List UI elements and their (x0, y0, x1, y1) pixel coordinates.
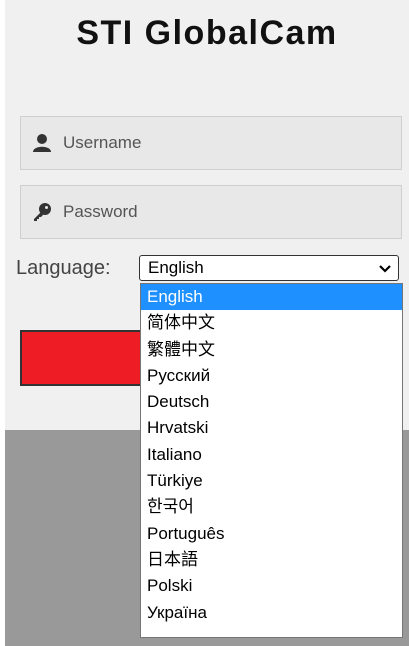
language-option[interactable]: Україна (141, 600, 402, 626)
language-option[interactable]: Türkiye (141, 468, 402, 494)
language-option[interactable]: English (141, 284, 402, 311)
chevron-down-icon (378, 260, 392, 274)
password-field[interactable]: Password (20, 185, 402, 239)
language-option[interactable]: Italiano (141, 442, 402, 468)
password-placeholder: Password (63, 202, 138, 221)
language-option[interactable]: Polski (141, 573, 402, 599)
username-field[interactable]: Username (20, 116, 402, 170)
language-option[interactable]: 日本語 (141, 547, 402, 573)
key-icon (31, 201, 53, 223)
language-option[interactable]: 繁體中文 (141, 337, 402, 363)
language-option[interactable]: 한국어 (141, 494, 402, 520)
language-option[interactable]: Hrvatski (141, 415, 402, 441)
page-title: STI GlobalCam (76, 14, 338, 52)
language-selected-value: English (148, 258, 204, 277)
user-icon (31, 132, 53, 154)
language-dropdown: English 简体中文 繁體中文 Русский Deutsch Hrvats… (140, 283, 403, 638)
language-option[interactable]: Русский (141, 363, 402, 389)
language-option[interactable]: Português (141, 521, 402, 547)
language-option[interactable]: 简体中文 (141, 310, 402, 336)
language-select[interactable]: English (139, 255, 399, 281)
language-label: Language: (16, 257, 111, 279)
language-option[interactable]: Deutsch (141, 389, 402, 415)
username-placeholder: Username (63, 133, 142, 152)
